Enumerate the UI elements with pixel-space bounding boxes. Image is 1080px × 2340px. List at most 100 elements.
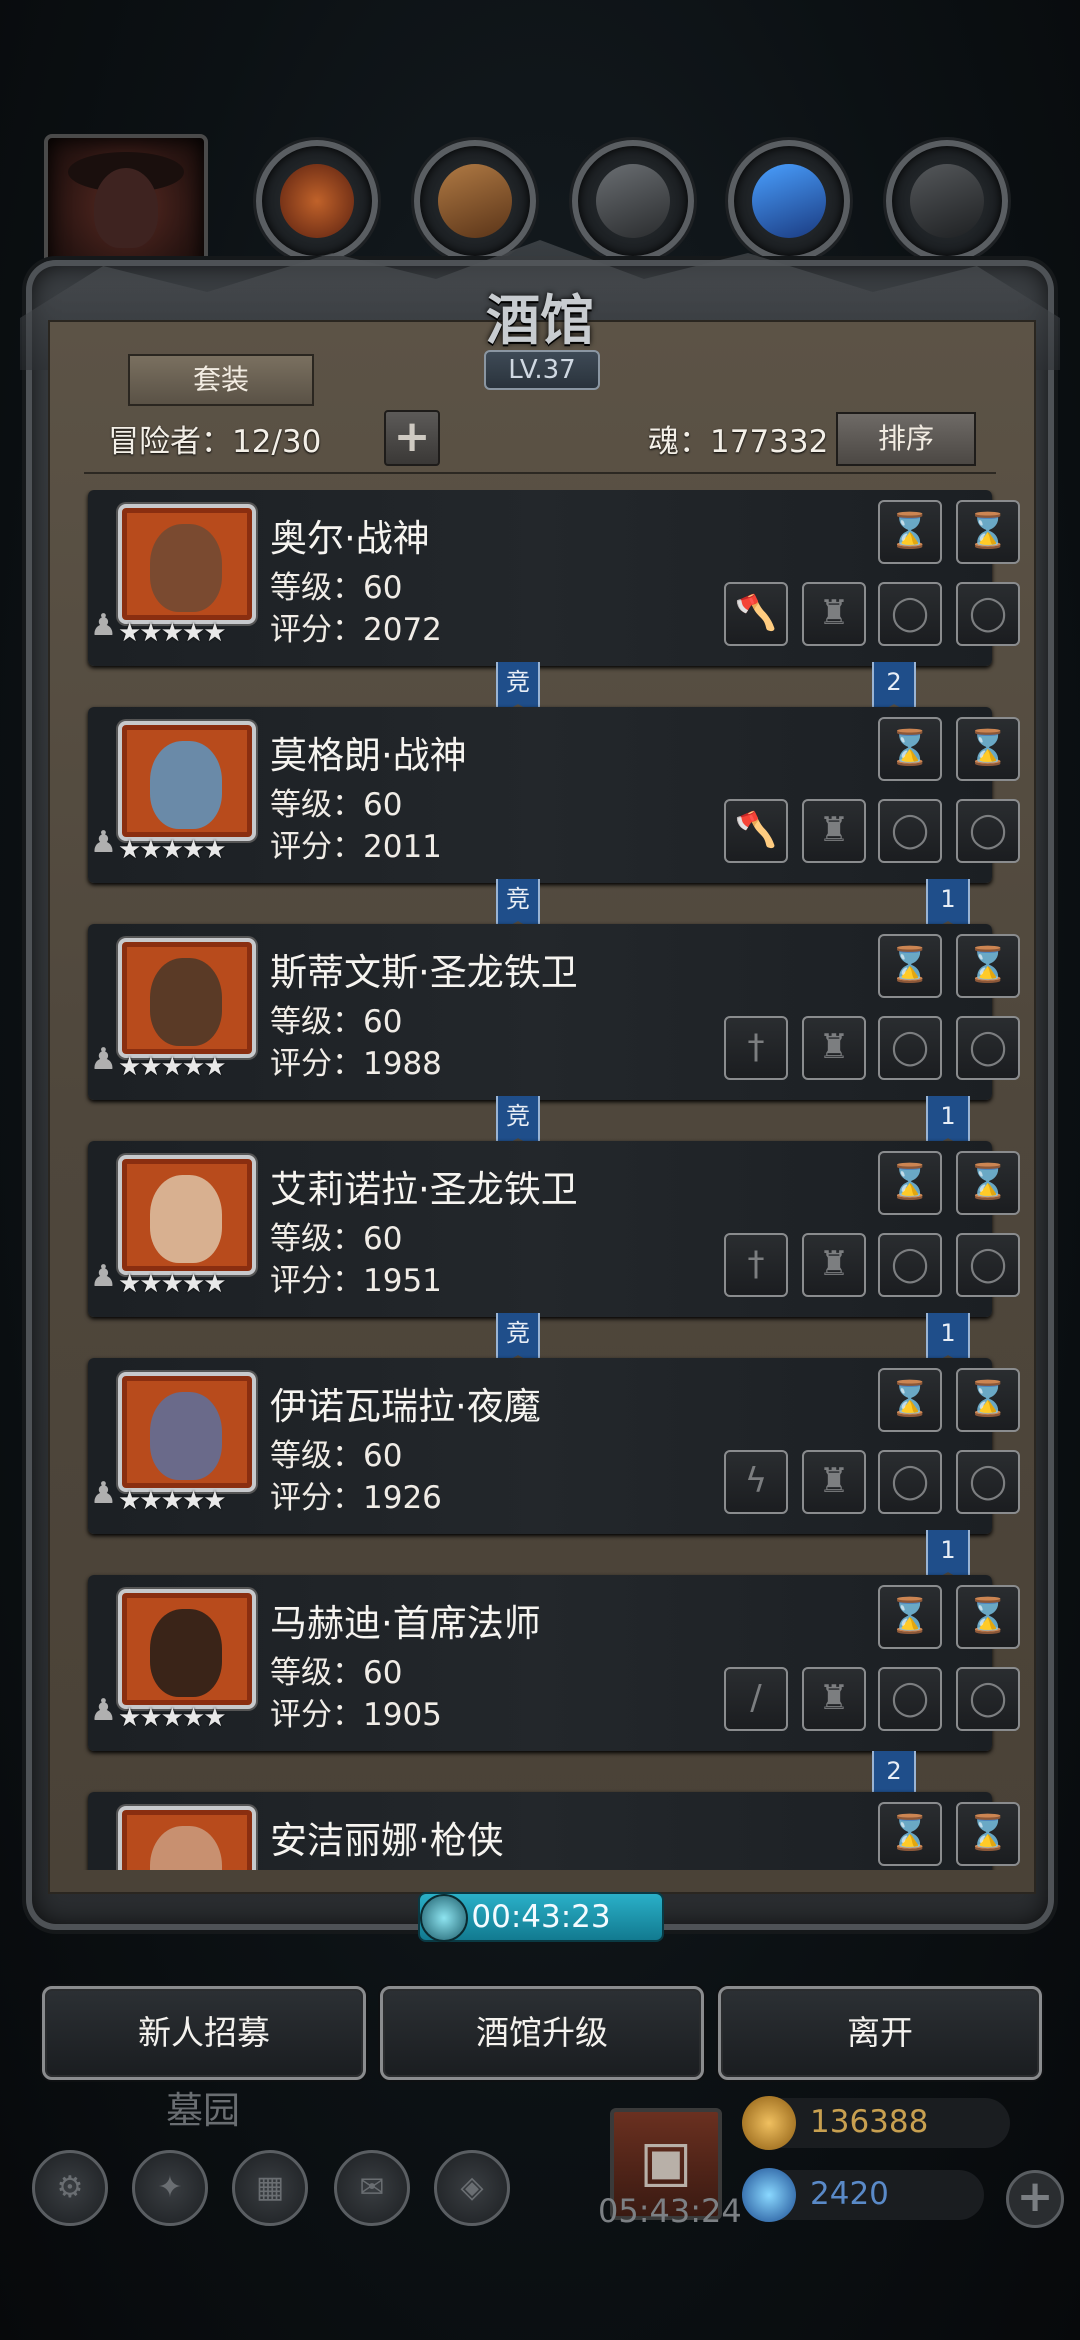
hero-card[interactable]: ♟ ★★★★★ 斯蒂文斯·圣龙铁卫 等级：60 评分：1988 ⌛ ⌛ † ♜ ◯ ◯ <box>88 924 1020 1100</box>
hero-portrait[interactable] <box>118 1372 256 1492</box>
ring-icon[interactable]: ◯ <box>956 799 1020 863</box>
hero-portrait[interactable] <box>118 1806 256 1870</box>
empty-slot-icon[interactable]: ⌛ <box>878 934 942 998</box>
ring-icon[interactable]: ◯ <box>878 1667 942 1731</box>
hero-card[interactable]: ♟ ★★★★★ 马赫迪·首席法师 等级：60 评分：1905 ⌛ ⌛ / ♜ ◯ ◯ <box>88 1575 1020 1751</box>
empty-slot-icon[interactable]: ⌛ <box>956 1368 1020 1432</box>
empty-slot-icon[interactable]: ⌛ <box>956 1151 1020 1215</box>
armor-icon[interactable]: ♜ <box>802 799 866 863</box>
mail-icon[interactable]: ✉ <box>334 2150 410 2226</box>
empty-slot-icon[interactable]: ⌛ <box>878 1151 942 1215</box>
hero-portrait[interactable] <box>118 938 256 1058</box>
armor-icon[interactable]: ♜ <box>802 1667 866 1731</box>
sort-button[interactable]: 排序 <box>836 412 976 466</box>
armor-icon[interactable]: ♜ <box>802 1016 866 1080</box>
ring-icon[interactable]: ◯ <box>956 1016 1020 1080</box>
sword-icon[interactable]: † <box>724 1233 788 1297</box>
hero-score: 评分：2011 <box>270 829 442 865</box>
hero-level: 等级：60 <box>270 1221 403 1257</box>
figure-icon: ♟ <box>90 1693 117 1728</box>
ring-icon[interactable]: ◯ <box>956 1450 1020 1514</box>
upgrade-tavern-button[interactable]: 酒馆升级 <box>380 1986 704 2080</box>
star-rating: ★★★★★ <box>118 835 227 865</box>
ring-icon[interactable]: ◯ <box>878 1450 942 1514</box>
empty-slot-icon[interactable]: ⌛ <box>956 1585 1020 1649</box>
meat-icon <box>280 164 354 238</box>
hero-score: 评分：1951 <box>270 1263 442 1299</box>
hero-card[interactable]: ♟ ★★★★★ 莫格朗·战神 等级：60 评分：2011 ⌛ ⌛ 🪓 ♜ ◯ ◯ <box>88 707 1020 883</box>
iron-resource-orb[interactable] <box>572 140 694 262</box>
armor-icon[interactable]: ♜ <box>802 1450 866 1514</box>
hero-level: 等级：60 <box>270 1864 402 1870</box>
leave-button[interactable]: 离开 <box>718 1986 1042 2080</box>
gold-coin-icon <box>742 2096 796 2150</box>
crystal-resource-orb[interactable] <box>728 140 850 262</box>
wood-resource-orb[interactable] <box>414 140 536 262</box>
figure-icon: ♟ <box>90 608 117 643</box>
recruit-button[interactable]: 新人招募 <box>42 1986 366 2080</box>
add-gems-button[interactable]: + <box>1006 2170 1064 2228</box>
armor-icon[interactable]: ♜ <box>802 1233 866 1297</box>
empty-slot-icon[interactable]: ⌛ <box>956 500 1020 564</box>
clock-icon <box>420 1894 468 1942</box>
hero-list[interactable]: ♟ ★★★★★ 奥尔·战神 等级：60 评分：2072 ⌛ ⌛ 🪓 ♜ ◯ ◯ 竞 2 ♟ ★★★★★ 莫格朗… <box>60 490 1020 1870</box>
compass-icon[interactable]: ✦ <box>132 2150 208 2226</box>
gate-icon[interactable]: ▦ <box>232 2150 308 2226</box>
hero-name: 斯蒂文斯·圣龙铁卫 <box>270 951 578 994</box>
hero-card[interactable]: ♟ ★★★★★ 艾莉诺拉·圣龙铁卫 等级：60 评分：1951 ⌛ ⌛ † ♜ ◯ ◯ <box>88 1141 1020 1317</box>
empty-slot-icon[interactable]: ⌛ <box>956 934 1020 998</box>
star-rating: ★★★★★ <box>118 1269 227 1299</box>
wood-icon <box>438 164 512 238</box>
settings-icon[interactable]: ⚙ <box>32 2150 108 2226</box>
hero-score: 评分：1926 <box>270 1480 442 1516</box>
hero-portrait[interactable] <box>118 721 256 841</box>
star-rating: ★★★★★ <box>118 1486 227 1516</box>
figure-icon: ♟ <box>90 1042 117 1077</box>
area-label: 墓园 <box>166 2089 240 2132</box>
add-slot-button[interactable]: + <box>384 410 440 466</box>
meat-resource-orb[interactable] <box>256 140 378 262</box>
hero-name: 莫格朗·战神 <box>270 734 467 777</box>
ring-icon[interactable]: ◯ <box>878 799 942 863</box>
empty-slot-icon[interactable]: ⌛ <box>956 1802 1020 1866</box>
gem-amount: 2420 <box>810 2176 889 2212</box>
hero-portrait[interactable] <box>118 1589 256 1709</box>
staff-icon[interactable]: / <box>724 1667 788 1731</box>
ring-icon[interactable]: ◯ <box>878 582 942 646</box>
iron-icon <box>596 164 670 238</box>
hero-level: 等级：60 <box>270 1655 403 1691</box>
sword-icon[interactable]: † <box>724 1016 788 1080</box>
map-icon[interactable]: ◈ <box>434 2150 510 2226</box>
hero-portrait[interactable] <box>118 1155 256 1275</box>
suit-button[interactable]: 套装 <box>128 354 314 406</box>
hero-card[interactable]: ♟ ★★★★★ 奥尔·战神 等级：60 评分：2072 ⌛ ⌛ 🪓 ♜ ◯ ◯ <box>88 490 1020 666</box>
axe-icon[interactable]: 🪓 <box>724 582 788 646</box>
empty-slot-icon[interactable]: ⌛ <box>956 717 1020 781</box>
chest-timer: 05:43:24 <box>598 2192 742 2230</box>
ring-icon[interactable]: ◯ <box>956 1233 1020 1297</box>
gold-amount: 136388 <box>810 2104 929 2140</box>
axe-icon[interactable]: 🪓 <box>724 799 788 863</box>
star-rating: ★★★★★ <box>118 1052 227 1082</box>
ore-resource-orb[interactable] <box>886 140 1008 262</box>
adventurer-count: 冒险者：12/30 <box>108 424 322 460</box>
ring-icon[interactable]: ◯ <box>956 1667 1020 1731</box>
dagger-icon[interactable]: ϟ <box>724 1450 788 1514</box>
hero-portrait[interactable] <box>118 504 256 624</box>
hero-level: 等级：60 <box>270 1004 403 1040</box>
star-rating: ★★★★★ <box>118 618 227 648</box>
armor-icon[interactable]: ♜ <box>802 582 866 646</box>
empty-slot-icon[interactable]: ⌛ <box>878 1368 942 1432</box>
hero-level: 等级：60 <box>270 1438 403 1474</box>
empty-slot-icon[interactable]: ⌛ <box>878 717 942 781</box>
hero-score: 评分：1988 <box>270 1046 442 1082</box>
header-divider <box>84 472 996 474</box>
hero-card[interactable]: ♟ ★★★★★ 伊诺瓦瑞拉·夜魔 等级：60 评分：1926 ⌛ ⌛ ϟ ♜ ◯ ◯ <box>88 1358 1020 1534</box>
empty-slot-icon[interactable]: ⌛ <box>878 1802 942 1866</box>
empty-slot-icon[interactable]: ⌛ <box>878 1585 942 1649</box>
empty-slot-icon[interactable]: ⌛ <box>878 500 942 564</box>
ring-icon[interactable]: ◯ <box>956 582 1020 646</box>
ring-icon[interactable]: ◯ <box>878 1016 942 1080</box>
ring-icon[interactable]: ◯ <box>878 1233 942 1297</box>
hero-card[interactable]: ♟安洁丽娜·枪侠等级：60⌛⌛ <box>88 1792 1020 1870</box>
